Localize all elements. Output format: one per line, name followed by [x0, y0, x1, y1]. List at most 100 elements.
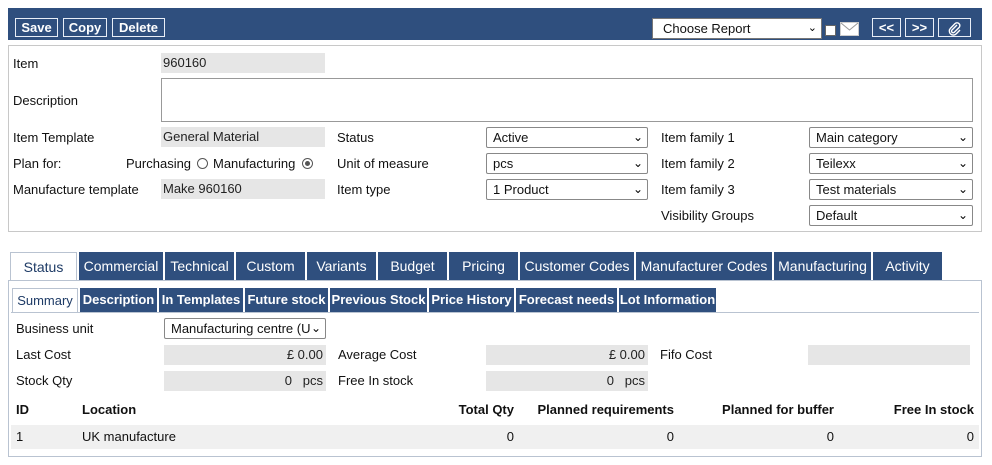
subtab-price-history[interactable]: Price History [429, 288, 515, 312]
previous-button[interactable]: << [872, 18, 901, 37]
manufacture-template-label: Manufacture template [13, 182, 139, 197]
visibility-groups-select[interactable]: Default ⌄ [809, 205, 973, 226]
stock-qty-value: 0 [284, 373, 292, 388]
manufacturing-label: Manufacturing [213, 156, 296, 171]
business-unit-value: Manufacturing centre (U [171, 321, 311, 336]
item-family-3-value: Test materials [816, 182, 897, 197]
tab-technical[interactable]: Technical [165, 252, 235, 280]
chevron-down-icon: ⌄ [957, 182, 968, 196]
chevron-down-icon: ⌄ [957, 130, 968, 144]
free-in-stock-field: 0 pcs [486, 371, 648, 391]
item-family-3-label: Item family 3 [661, 182, 735, 197]
tab-activity[interactable]: Activity [873, 252, 943, 280]
unit-of-measure-label: Unit of measure [337, 156, 429, 171]
next-button[interactable]: >> [905, 18, 934, 37]
table-cell-id: 1 [16, 429, 24, 444]
status-label: Status [337, 130, 374, 145]
copy-button[interactable]: Copy [63, 18, 107, 37]
manufacture-template-field: Make 960160 [161, 179, 325, 199]
column-header-total-qty: Total Qty [458, 402, 514, 417]
subtab-lot-information[interactable]: Lot Information [619, 288, 717, 312]
tab-manufacturing[interactable]: Manufacturing [774, 252, 872, 280]
fifo-cost-label: Fifo Cost [660, 347, 713, 362]
tab-manufacturer-codes[interactable]: Manufacturer Codes [636, 252, 773, 280]
stock-qty-label: Stock Qty [16, 373, 73, 388]
manufacturing-radio[interactable] [302, 158, 313, 169]
status-select-value: Active [493, 130, 529, 145]
last-cost-field: £ 0.00 [164, 345, 326, 365]
subtab-future-stock[interactable]: Future stock [245, 288, 329, 312]
item-family-2-label: Item family 2 [661, 156, 735, 171]
tab-pricing[interactable]: Pricing [449, 252, 519, 280]
item-family-1-label: Item family 1 [661, 130, 735, 145]
last-cost-label: Last Cost [16, 347, 71, 362]
delete-button[interactable]: Delete [112, 18, 165, 37]
fifo-cost-field [808, 345, 970, 365]
tab-variants[interactable]: Variants [307, 252, 377, 280]
chevron-down-icon: ⌄ [957, 156, 968, 170]
visibility-groups-value: Default [816, 208, 858, 223]
chevron-down-icon: ⌄ [632, 182, 643, 196]
unit-of-measure-value: pcs [493, 156, 514, 171]
description-textarea[interactable] [161, 78, 973, 122]
item-family-2-value: Teilexx [816, 156, 856, 171]
plan-for-label: Plan for: [13, 156, 62, 171]
tab-customer-codes[interactable]: Customer Codes [520, 252, 635, 280]
column-header-planned-for-buffer: Planned for buffer [722, 402, 834, 417]
stock-qty-field: 0 pcs [164, 371, 326, 391]
purchasing-label: Purchasing [126, 156, 192, 171]
business-unit-select[interactable]: Manufacturing centre (U ⌄ [164, 318, 326, 339]
column-header-id: ID [16, 402, 29, 417]
table-cell-location: UK manufacture [82, 429, 176, 444]
item-type-label: Item type [337, 182, 391, 197]
free-in-stock-label: Free In stock [338, 373, 414, 388]
subtab-in-templates[interactable]: In Templates [159, 288, 244, 312]
stock-qty-unit: pcs [302, 373, 323, 388]
item-family-2-select[interactable]: Teilexx ⌄ [809, 153, 973, 174]
average-cost-field: £ 0.00 [486, 345, 648, 365]
free-in-stock-value: 0 [606, 373, 614, 388]
unit-of-measure-select[interactable]: pcs ⌄ [486, 153, 648, 174]
email-checkbox[interactable] [825, 25, 836, 36]
chevron-down-icon: ⌄ [807, 22, 817, 34]
subtab-previous-stock[interactable]: Previous Stock [330, 288, 428, 312]
paperclip-icon [948, 20, 962, 36]
table-cell-total-qty: 0 [506, 429, 514, 444]
chevron-down-icon: ⌄ [632, 130, 643, 144]
item-family-3-select[interactable]: Test materials ⌄ [809, 179, 973, 200]
report-select[interactable]: Choose Report ⌄ [652, 18, 822, 39]
tab-commercial[interactable]: Commercial [79, 252, 164, 280]
column-header-free-in-stock: Free In stock [893, 402, 974, 417]
table-cell-planned-requirements: 0 [666, 429, 674, 444]
subtab-forecast-needs[interactable]: Forecast needs [516, 288, 618, 312]
subtab-summary[interactable]: Summary [12, 288, 78, 312]
chevron-down-icon: ⌄ [310, 321, 321, 335]
average-cost-label: Average Cost [338, 347, 417, 362]
table-cell-free-in-stock: 0 [966, 429, 974, 444]
business-unit-label: Business unit [16, 321, 94, 336]
report-select-value: Choose Report [663, 21, 751, 36]
subtab-description[interactable]: Description [80, 288, 158, 312]
item-template-label: Item Template [13, 130, 95, 145]
tab-custom[interactable]: Custom [236, 252, 306, 280]
item-type-select[interactable]: 1 Product ⌄ [486, 179, 648, 200]
item-label: Item [13, 56, 39, 71]
save-button[interactable]: Save [15, 18, 58, 37]
visibility-groups-label: Visibility Groups [661, 208, 754, 223]
table-cell-planned-for-buffer: 0 [826, 429, 834, 444]
status-select[interactable]: Active ⌄ [486, 127, 648, 148]
item-family-1-select[interactable]: Main category ⌄ [809, 127, 973, 148]
description-label: Description [13, 93, 79, 108]
item-family-1-value: Main category [816, 130, 898, 145]
item-number-field: 960160 [161, 53, 325, 73]
mail-icon[interactable] [840, 22, 859, 36]
column-header-planned-requirements: Planned requirements [537, 402, 674, 417]
tab-status[interactable]: Status [10, 252, 77, 280]
chevron-down-icon: ⌄ [632, 156, 643, 170]
purchasing-radio[interactable] [197, 158, 208, 169]
item-template-field: General Material [161, 127, 325, 147]
chevron-down-icon: ⌄ [957, 208, 968, 222]
tab-budget[interactable]: Budget [378, 252, 448, 280]
free-in-stock-unit: pcs [624, 373, 645, 388]
attachment-button[interactable] [938, 18, 971, 37]
